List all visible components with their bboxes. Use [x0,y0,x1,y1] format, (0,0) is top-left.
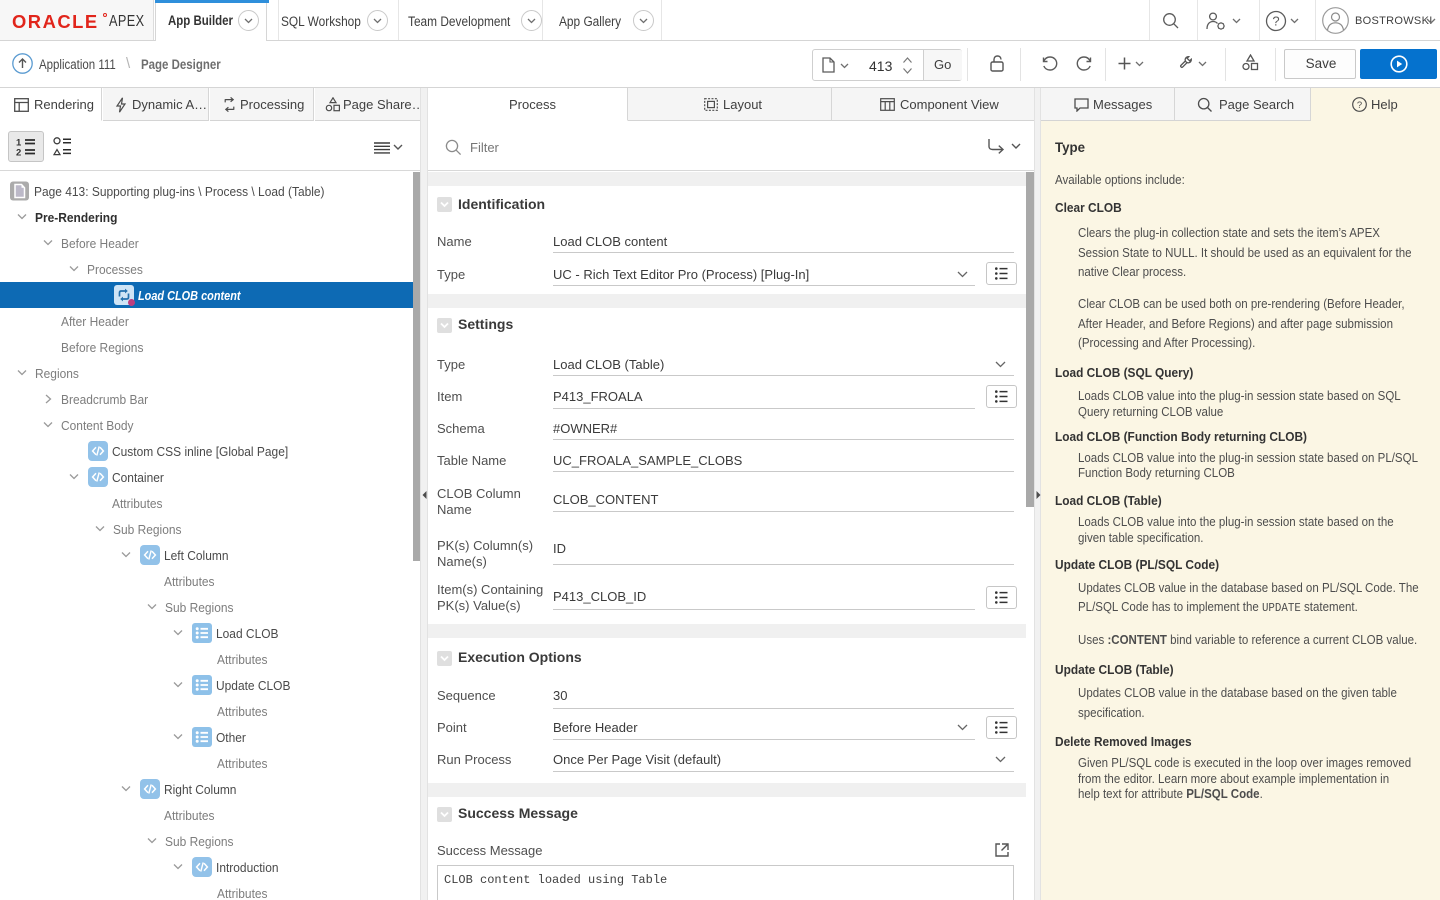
svg-text:2: 2 [16,148,21,158]
svg-text:?: ? [1357,100,1362,111]
svg-text:?: ? [1272,14,1279,29]
